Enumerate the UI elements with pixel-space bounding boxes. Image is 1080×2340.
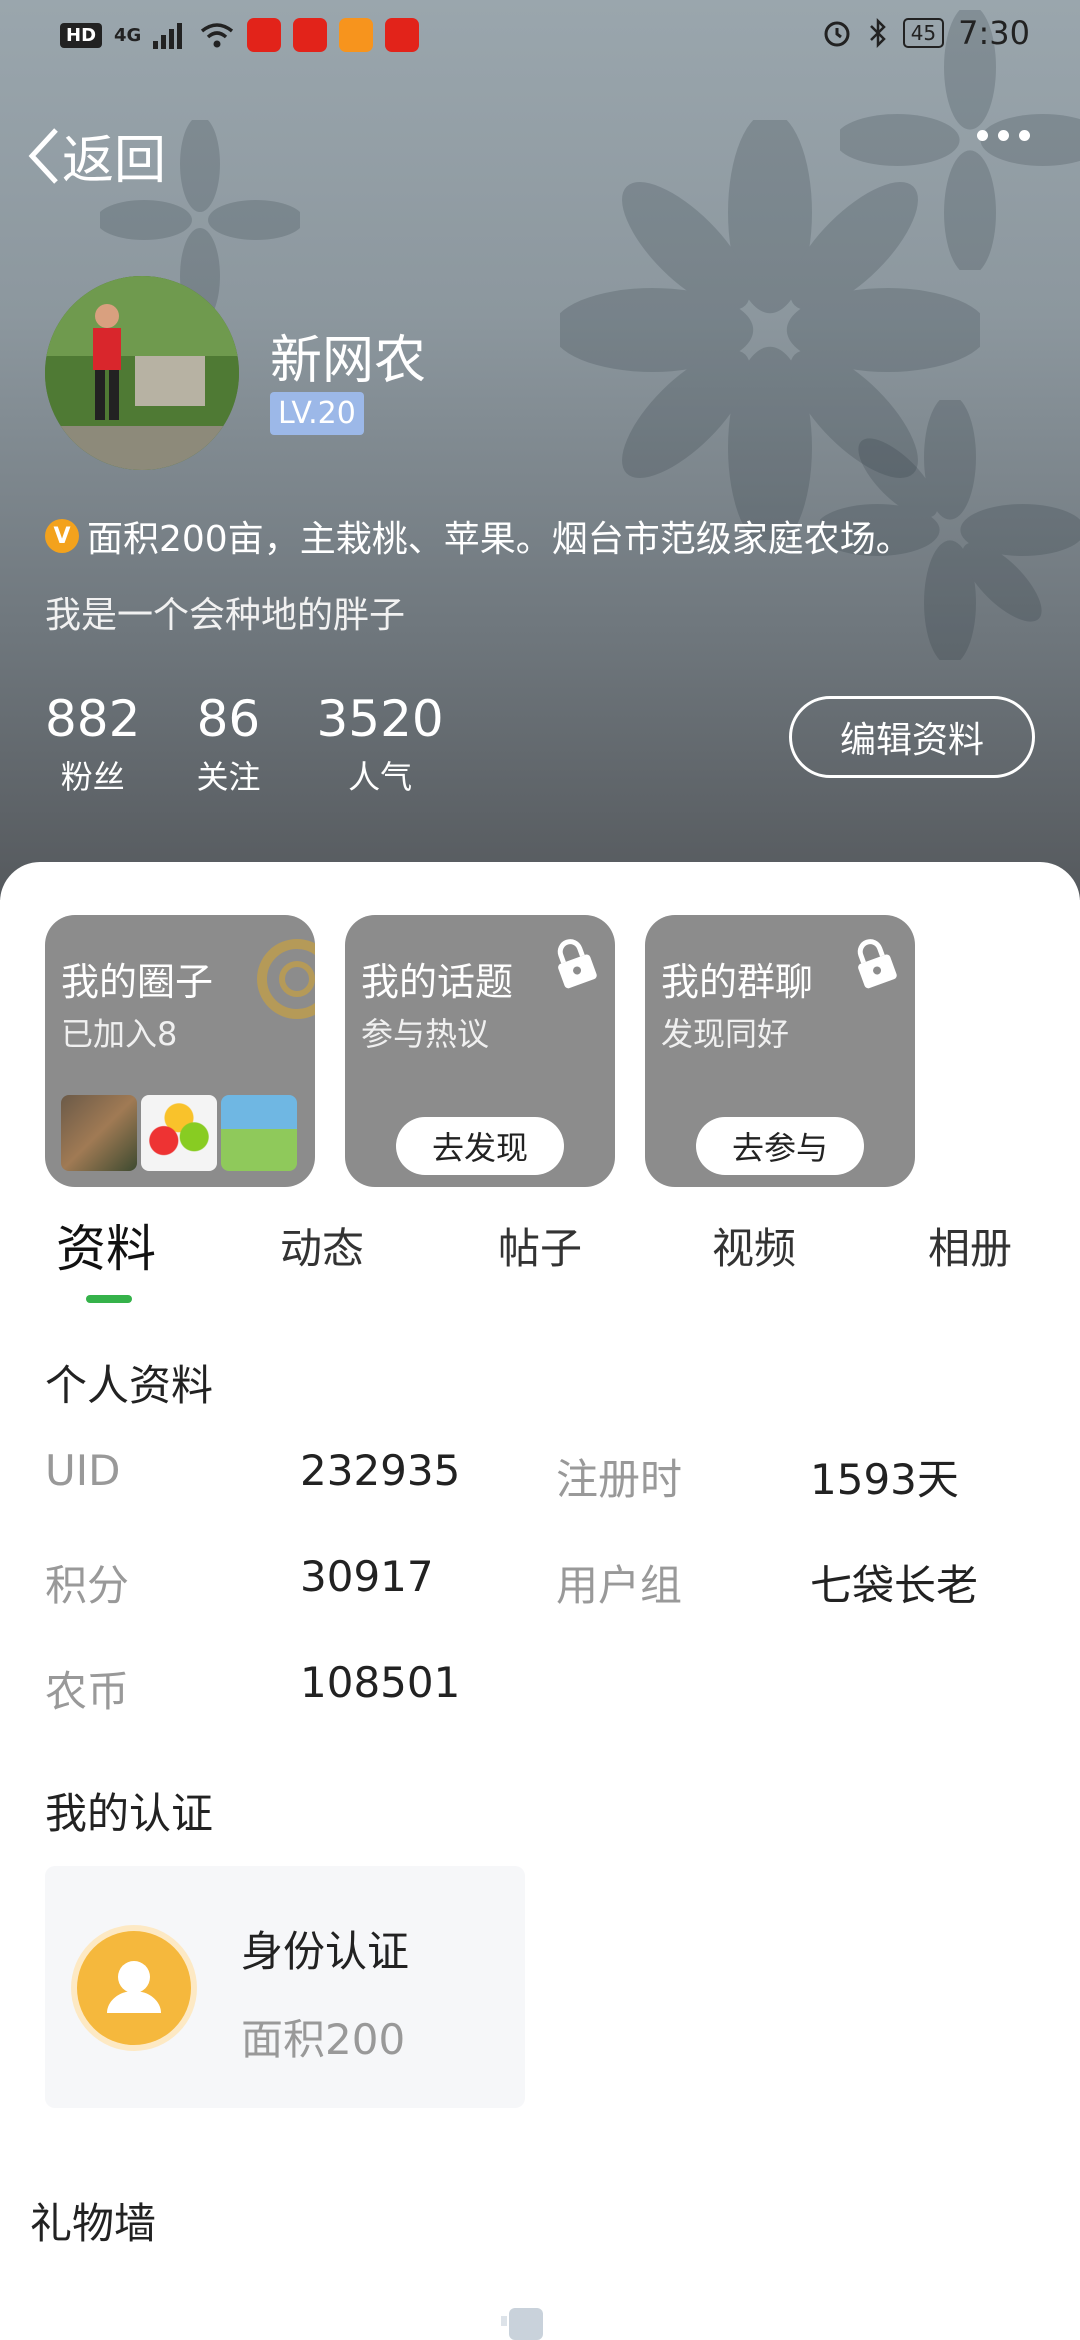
stat-label: 粉丝 bbox=[60, 758, 125, 796]
verified-icon: V bbox=[45, 519, 79, 553]
hd-indicator: HD bbox=[60, 22, 103, 48]
app-notification-icon bbox=[385, 18, 420, 52]
gift-placeholder-icon bbox=[501, 2308, 543, 2340]
stat-fans[interactable]: 882 粉丝 bbox=[45, 690, 140, 798]
gift-wall-title: 礼物墙 bbox=[30, 2199, 157, 2248]
register-label: 注册时 bbox=[556, 1455, 683, 1504]
certification-card-subtitle: 面积200 bbox=[241, 2015, 406, 2064]
card-subtitle: 已加入8 bbox=[61, 1015, 178, 1053]
feature-cards: 我的圈子 已加入8 我的话题 参与热议 去发现 我的群聊 发现同好 去参与 bbox=[45, 915, 915, 1187]
my-topics-card[interactable]: 我的话题 参与热议 去发现 bbox=[345, 915, 615, 1187]
user-group-value: 七袋长老 bbox=[810, 1561, 979, 1610]
back-button[interactable]: 返回 bbox=[26, 118, 166, 193]
user-group-label: 用户组 bbox=[556, 1561, 683, 1610]
tab-profile[interactable]: 资料 bbox=[56, 1209, 156, 1281]
circle-logo-icon bbox=[257, 939, 315, 1019]
status-bar: HD 4G 45 7:30 bbox=[0, 0, 1080, 80]
tab-activity[interactable]: 动态 bbox=[280, 1215, 364, 1276]
battery-icon: 45 bbox=[902, 18, 945, 48]
stat-popularity[interactable]: 3520 人气 bbox=[316, 690, 443, 798]
level-badge: LV.20 bbox=[270, 392, 364, 435]
dot bbox=[977, 130, 988, 141]
more-options-button[interactable] bbox=[977, 130, 1030, 141]
stat-number: 86 bbox=[196, 690, 261, 748]
my-group-chats-card[interactable]: 我的群聊 发现同好 去参与 bbox=[645, 915, 915, 1187]
dot bbox=[998, 130, 1009, 141]
certification-title: 我的认证 bbox=[45, 1789, 214, 1838]
card-title: 我的群聊 bbox=[661, 960, 814, 1004]
alarm-icon bbox=[824, 21, 850, 47]
join-button[interactable]: 去参与 bbox=[696, 1117, 864, 1175]
network-label: 4G bbox=[114, 24, 142, 46]
stats-row: 882 粉丝 86 关注 3520 人气 bbox=[45, 690, 444, 798]
points-value: 30917 bbox=[300, 1552, 434, 1601]
lock-icon bbox=[557, 939, 597, 989]
discover-button[interactable]: 去发现 bbox=[396, 1117, 564, 1175]
stat-following[interactable]: 86 关注 bbox=[196, 690, 260, 798]
bird-thumbnail bbox=[61, 1095, 137, 1171]
identity-certification-card[interactable]: 身份认证 面积200 bbox=[45, 1866, 525, 2108]
stat-label: 人气 bbox=[348, 758, 413, 796]
personal-info-title: 个人资料 bbox=[45, 1361, 214, 1410]
register-value: 1593天 bbox=[810, 1455, 959, 1504]
dot bbox=[1019, 130, 1030, 141]
card-subtitle: 参与热议 bbox=[361, 1015, 490, 1053]
video-app-icon bbox=[339, 18, 374, 52]
bio-line-1: V 面积200亩，主栽桃、苹果。烟台市范级家庭农场。 bbox=[45, 510, 912, 562]
clock: 7:30 bbox=[958, 14, 1030, 52]
coins-label: 农币 bbox=[45, 1667, 130, 1716]
card-title: 我的圈子 bbox=[61, 960, 214, 1004]
signal-icon bbox=[153, 23, 183, 49]
chevron-left-icon bbox=[28, 127, 58, 184]
certification-card-title: 身份认证 bbox=[241, 1927, 410, 1976]
app-notification-icon bbox=[293, 18, 328, 52]
app-notification-icon bbox=[247, 18, 282, 52]
edit-profile-button[interactable]: 编辑资料 bbox=[789, 696, 1035, 778]
my-circles-card[interactable]: 我的圈子 已加入8 bbox=[45, 915, 315, 1187]
card-subtitle: 发现同好 bbox=[661, 1015, 790, 1053]
user-icon bbox=[77, 1931, 191, 2045]
card-title: 我的话题 bbox=[361, 960, 514, 1004]
bio-text: 面积200亩，主栽桃、苹果。烟台市范级家庭农场。 bbox=[87, 519, 912, 560]
points-label: 积分 bbox=[45, 1561, 130, 1610]
stat-number: 3520 bbox=[316, 690, 444, 748]
wifi-icon bbox=[201, 23, 234, 48]
coins-value: 108501 bbox=[300, 1658, 461, 1707]
avatar-photo bbox=[45, 276, 239, 470]
fruit-thumbnail bbox=[141, 1095, 217, 1171]
bluetooth-icon bbox=[869, 17, 886, 49]
stat-label: 关注 bbox=[196, 758, 261, 796]
cartoon-thumbnail bbox=[221, 1095, 297, 1171]
avatar[interactable] bbox=[45, 276, 239, 470]
tab-posts[interactable]: 帖子 bbox=[498, 1215, 582, 1276]
stat-number: 882 bbox=[45, 690, 141, 748]
lock-icon bbox=[857, 939, 897, 989]
username: 新网农 bbox=[270, 331, 427, 391]
back-label: 返回 bbox=[62, 131, 167, 191]
tab-album[interactable]: 相册 bbox=[928, 1215, 1012, 1276]
bio-line-2: 我是一个会种地的胖子 bbox=[45, 595, 406, 636]
tab-videos[interactable]: 视频 bbox=[712, 1215, 796, 1276]
uid-label: UID bbox=[45, 1446, 121, 1495]
uid-value: 232935 bbox=[300, 1446, 461, 1495]
profile-tabs: 资料 动态 帖子 视频 相册 bbox=[0, 1215, 1080, 1295]
active-tab-indicator bbox=[86, 1295, 132, 1303]
circle-thumbnails bbox=[61, 1095, 297, 1171]
